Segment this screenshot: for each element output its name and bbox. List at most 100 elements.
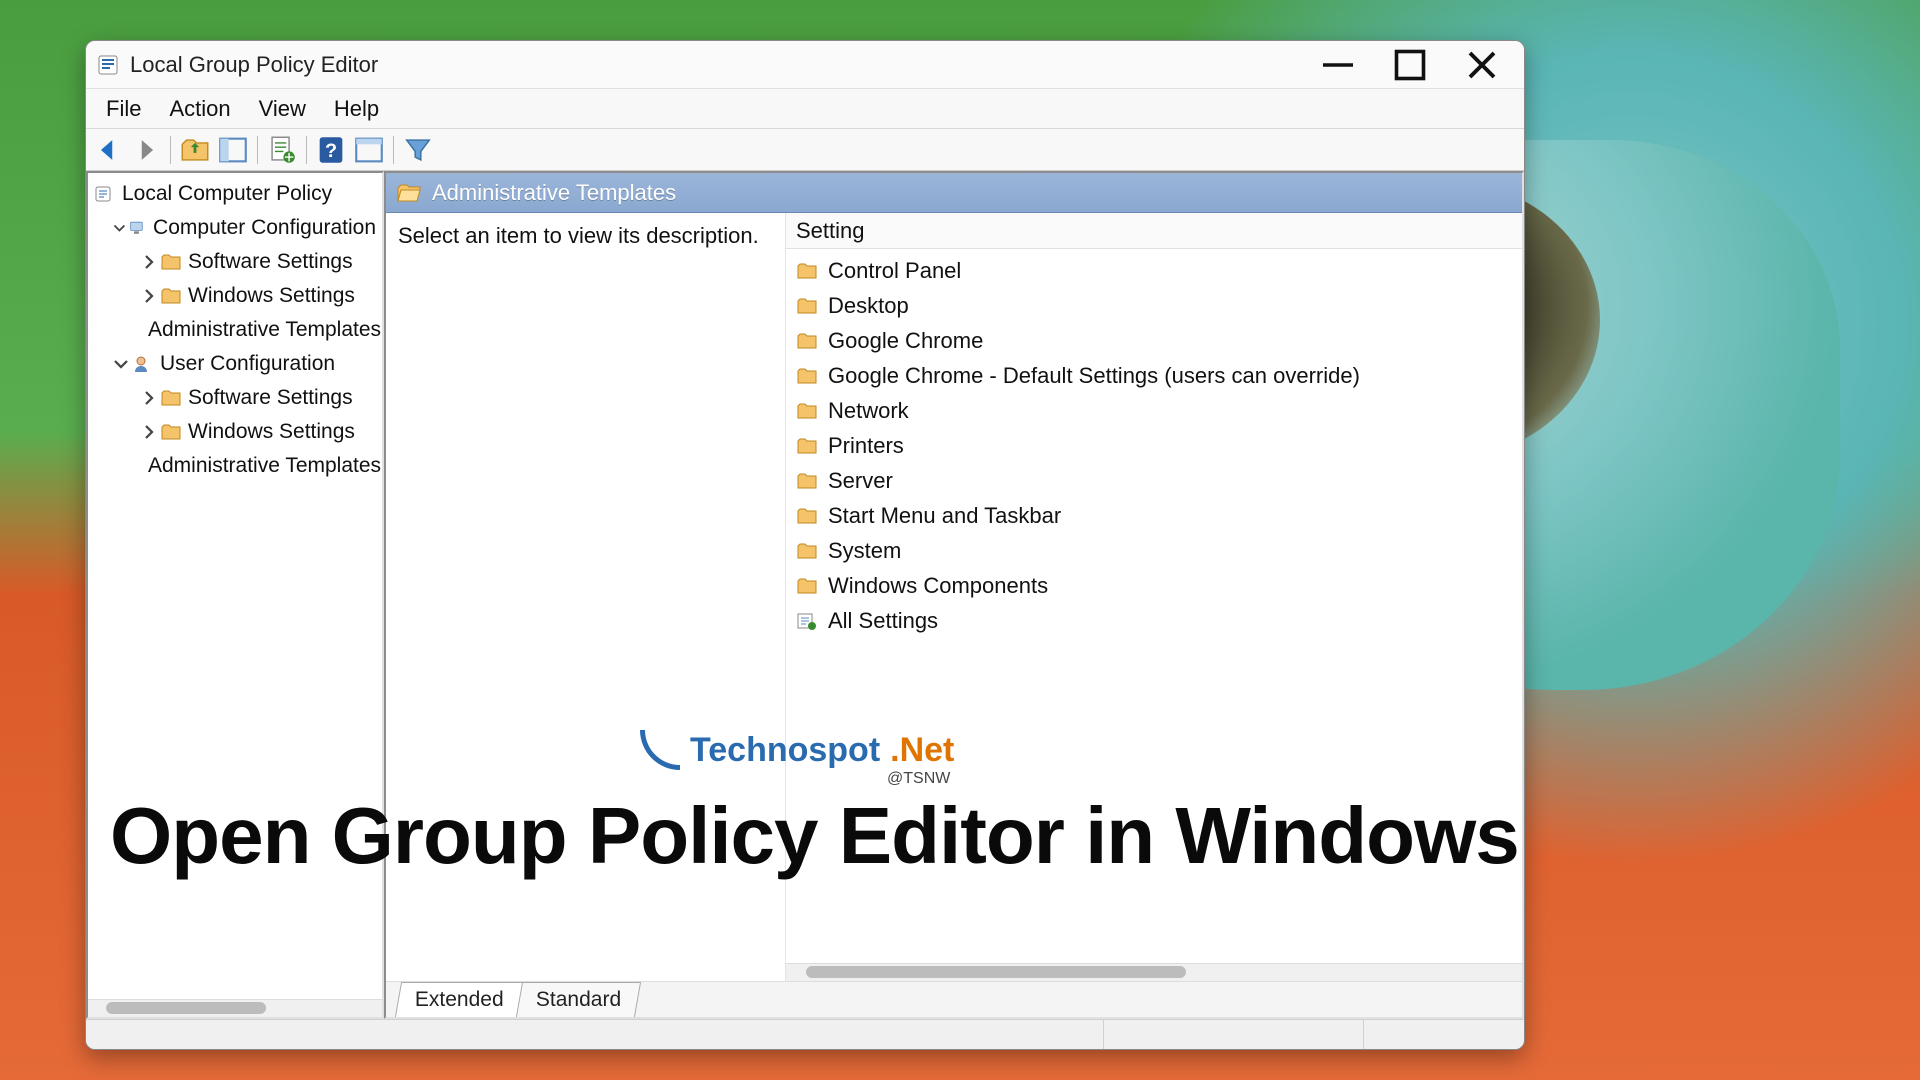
tree-uc-administrative-templates[interactable]: Administrative Templates [90,449,380,483]
list-item-label: Desktop [828,293,909,319]
show-hide-tree-button[interactable] [215,133,251,167]
tree-label: Administrative Templates [148,318,381,342]
list-item[interactable]: System [792,533,1516,568]
list-item[interactable]: Google Chrome - Default Settings (users … [792,358,1516,393]
scrollbar-thumb[interactable] [806,966,1186,978]
chevron-down-icon[interactable] [112,355,130,373]
status-bar [86,1019,1524,1049]
overlay-headline: Open Group Policy Editor in Windows [110,790,1519,882]
back-button[interactable] [90,133,126,167]
menu-view[interactable]: View [245,90,320,128]
list-item-label: Control Panel [828,258,961,284]
tree-root-local-computer-policy[interactable]: Local Computer Policy [90,177,380,211]
chevron-down-icon[interactable] [112,219,127,237]
forward-button[interactable] [128,133,164,167]
tree-cc-administrative-templates[interactable]: Administrative Templates [90,313,380,347]
list-item-label: Google Chrome - Default Settings (users … [828,363,1360,389]
list-item-all-settings[interactable]: All Settings [792,603,1516,638]
column-header-setting[interactable]: Setting [786,213,1522,249]
tree-cc-software-settings[interactable]: Software Settings [90,245,380,279]
details-pane: Administrative Templates Select an item … [384,171,1524,1019]
svg-text:?: ? [325,140,337,162]
folder-icon [796,296,818,316]
list-item-label: Google Chrome [828,328,983,354]
list-item-label: Server [828,468,893,494]
folder-icon [160,252,182,272]
tree-computer-configuration[interactable]: Computer Configuration [90,211,380,245]
help-button[interactable]: ? [313,133,349,167]
folder-open-icon [396,182,422,204]
tree-pane: Local Computer Policy Computer Configura… [86,171,384,1019]
folder-icon [796,401,818,421]
column-header-label: Setting [796,218,865,244]
tree-label: Administrative Templates [148,454,381,478]
details-header: Administrative Templates [386,173,1522,213]
description-placeholder: Select an item to view its description. [398,223,759,248]
logo-swoosh-icon [640,730,680,770]
list-item[interactable]: Desktop [792,288,1516,323]
list-item-label: System [828,538,901,564]
scrollbar-thumb[interactable] [106,1002,266,1014]
tab-standard[interactable]: Standard [516,982,641,1017]
up-level-button[interactable] [177,133,213,167]
filter-button[interactable] [400,133,436,167]
content-area: Local Computer Policy Computer Configura… [86,171,1524,1019]
list-item[interactable]: Control Panel [792,253,1516,288]
chevron-right-icon[interactable] [140,253,158,271]
toolbar-separator [257,136,258,164]
folder-icon [160,286,182,306]
tree-label: Software Settings [188,250,353,274]
logo-subtitle: @TSNW [887,770,950,788]
logo-text-part1: Technospot [690,731,880,770]
folder-icon [160,422,182,442]
view-tabs: Extended Standard [386,981,1522,1017]
policy-icon [94,184,116,204]
tree-label: Computer Configuration [153,216,376,240]
gpedit-window: Local Group Policy Editor File Action Vi… [85,40,1525,1050]
window-title: Local Group Policy Editor [130,52,378,78]
list-item[interactable]: Network [792,393,1516,428]
folder-icon [796,541,818,561]
list-item[interactable]: Google Chrome [792,323,1516,358]
minimize-button[interactable] [1318,47,1358,83]
list-item-label: Network [828,398,909,424]
properties-button[interactable] [351,133,387,167]
tree-cc-windows-settings[interactable]: Windows Settings [90,279,380,313]
tree-label: User Configuration [160,352,335,376]
status-segment [1364,1020,1524,1049]
maximize-button[interactable] [1390,47,1430,83]
menu-bar: File Action View Help [86,89,1524,129]
tree-user-configuration[interactable]: User Configuration [90,347,380,381]
menu-help[interactable]: Help [320,90,393,128]
folder-icon [796,436,818,456]
tab-extended[interactable]: Extended [395,982,524,1017]
watermark-logo: Technospot .Net @TSNW [640,730,954,788]
list-item[interactable]: Windows Components [792,568,1516,603]
chevron-right-icon[interactable] [140,287,158,305]
tree-label: Windows Settings [188,284,355,308]
list-horizontal-scrollbar[interactable] [786,963,1522,981]
chevron-right-icon[interactable] [140,423,158,441]
list-item-label: Printers [828,433,904,459]
titlebar[interactable]: Local Group Policy Editor [86,41,1524,89]
folder-icon [160,388,182,408]
chevron-right-icon[interactable] [140,389,158,407]
toolbar: ? [86,129,1524,171]
tree-label: Local Computer Policy [122,182,332,206]
logo-text-part2: .Net [890,731,954,770]
export-list-button[interactable] [264,133,300,167]
close-button[interactable] [1462,47,1502,83]
list-item-label: Start Menu and Taskbar [828,503,1061,529]
menu-file[interactable]: File [92,90,155,128]
list-item[interactable]: Start Menu and Taskbar [792,498,1516,533]
details-header-title: Administrative Templates [432,180,676,206]
tree-uc-windows-settings[interactable]: Windows Settings [90,415,380,449]
folder-icon [796,471,818,491]
tree-uc-software-settings[interactable]: Software Settings [90,381,380,415]
list-item[interactable]: Printers [792,428,1516,463]
folder-icon [796,331,818,351]
app-icon [96,53,120,77]
list-item[interactable]: Server [792,463,1516,498]
menu-action[interactable]: Action [155,90,244,128]
tree-horizontal-scrollbar[interactable] [88,999,382,1017]
